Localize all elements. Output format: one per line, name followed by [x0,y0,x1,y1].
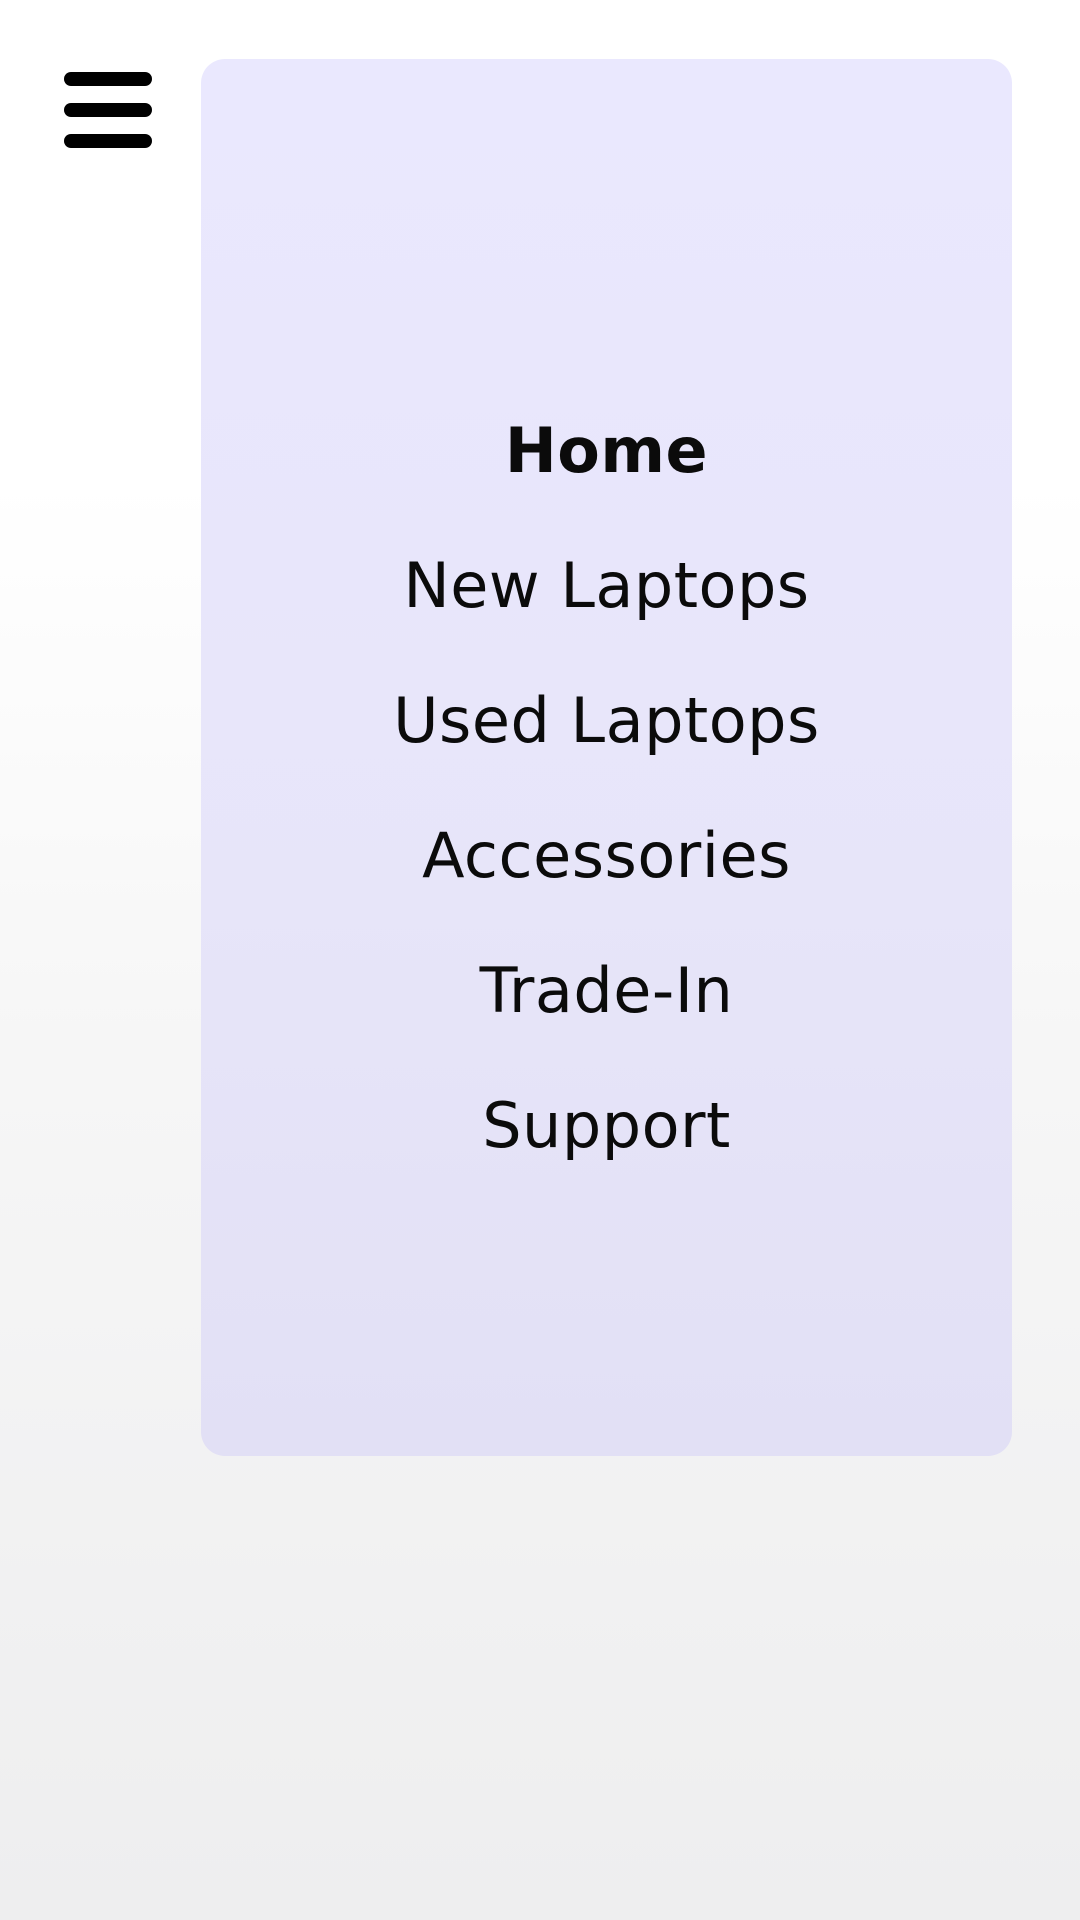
menu-item-home[interactable]: Home [201,420,1012,556]
hamburger-bar-top [64,72,152,86]
hamburger-bar-middle [64,103,152,117]
menu-item-accessories[interactable]: Accessories [201,825,1012,961]
hamburger-menu-icon[interactable] [60,68,154,158]
menu-item-trade-in[interactable]: Trade-In [201,960,1012,1096]
menu-item-new-laptops[interactable]: New Laptops [201,555,1012,691]
navigation-menu-list: Home New Laptops Used Laptops Accessorie… [201,420,1012,1231]
hamburger-bar-bottom [64,134,152,148]
menu-item-used-laptops[interactable]: Used Laptops [201,690,1012,826]
navigation-menu-panel: Home New Laptops Used Laptops Accessorie… [201,59,1012,1456]
menu-item-support[interactable]: Support [201,1095,1012,1231]
